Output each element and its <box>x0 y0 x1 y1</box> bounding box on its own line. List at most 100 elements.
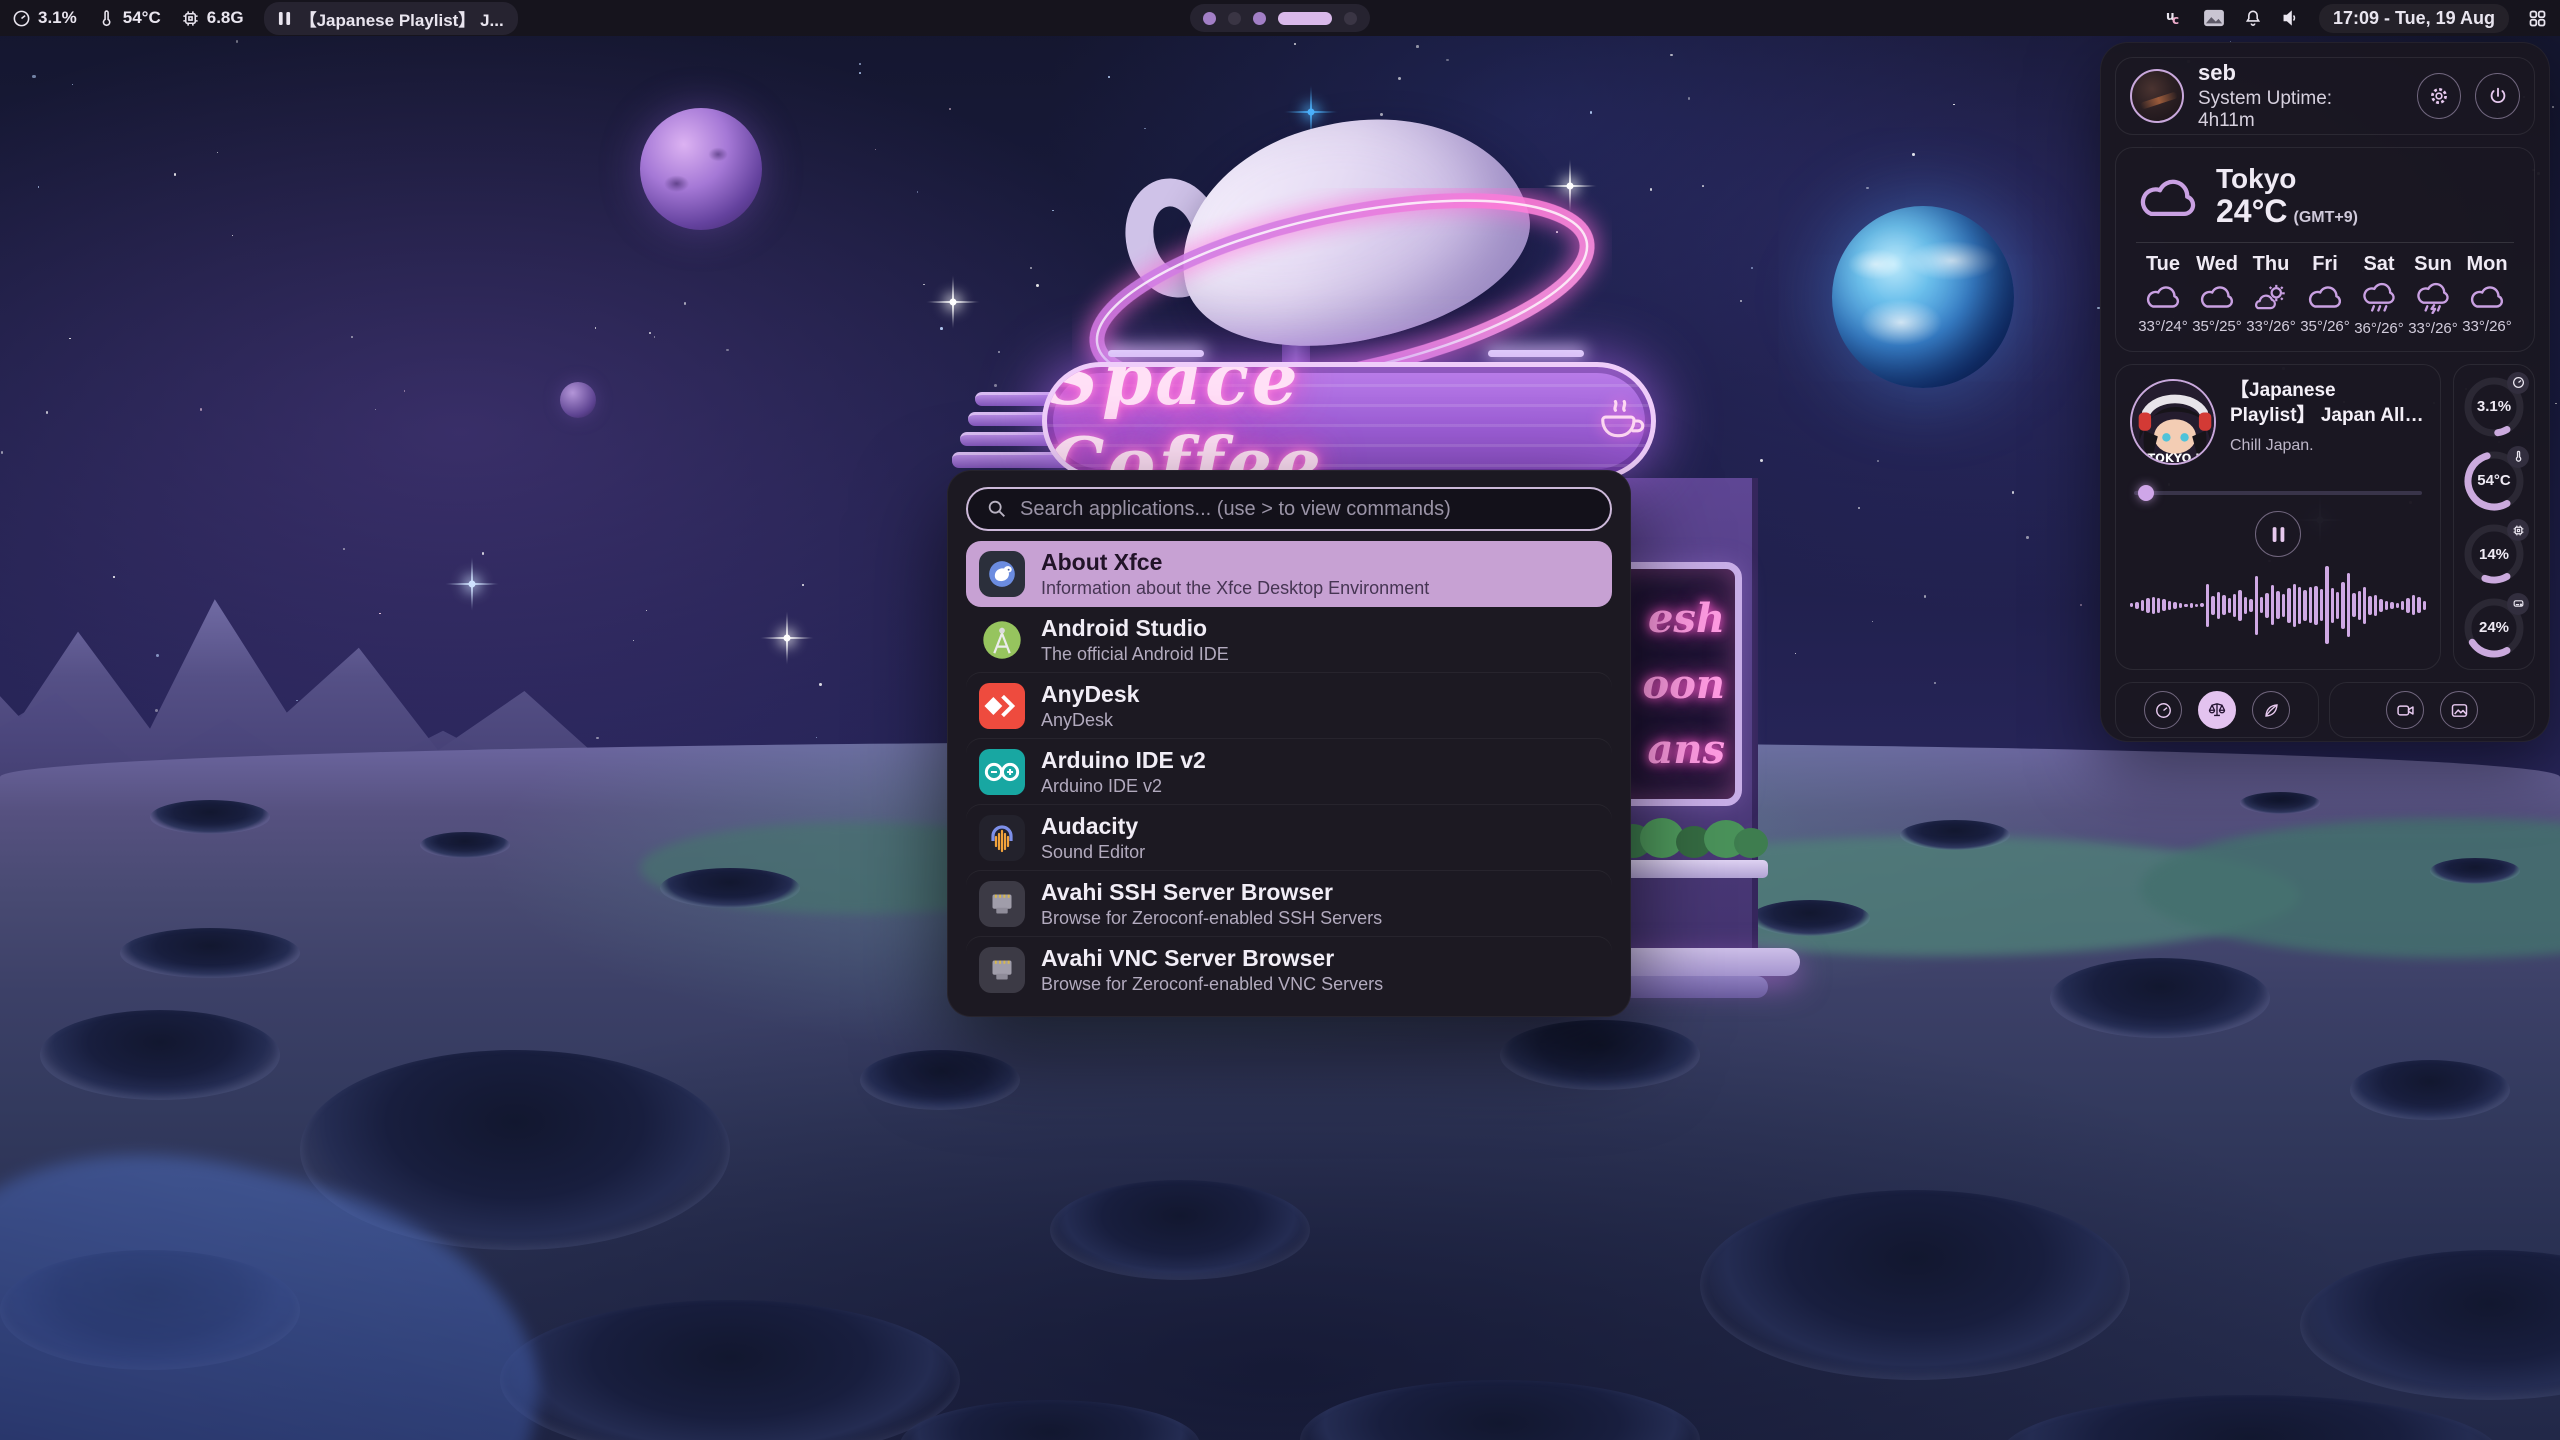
video-camera-icon <box>2395 700 2416 721</box>
play-pause-button[interactable] <box>2255 511 2301 557</box>
app-description: Browse for Zeroconf-enabled VNC Servers <box>1041 974 1383 995</box>
earth-planet <box>1832 206 2014 388</box>
speedometer-icon <box>2154 701 2173 720</box>
capture-group <box>2329 682 2535 738</box>
forecast-day: Thu 33°/26° <box>2244 253 2298 337</box>
settings-button[interactable] <box>2417 73 2462 119</box>
tray-wallpaper-icon[interactable] <box>2203 9 2225 27</box>
avatar <box>2130 69 2184 123</box>
weather-temp: 24°C <box>2216 193 2288 229</box>
cpu-usage-value: 3.1% <box>38 8 77 28</box>
workspace-dot-active[interactable] <box>1278 12 1332 25</box>
forecast-day: Tue 33°/24° <box>2136 253 2190 337</box>
app-name: Arduino IDE v2 <box>1041 747 1206 775</box>
notifications-bell-icon[interactable] <box>2243 8 2263 28</box>
xfce-app-icon <box>979 551 1025 597</box>
app-list-item[interactable]: Android Studio The official Android IDE <box>966 607 1612 673</box>
forecast-temps: 33°/26° <box>2462 318 2512 335</box>
forecast-temps: 33°/26° <box>2246 318 2296 335</box>
album-art-image: TOKYO L <box>2132 381 2216 465</box>
forecast-temps: 35°/25° <box>2192 318 2242 335</box>
workspace-dot-occupied[interactable] <box>1253 12 1266 25</box>
app-list-item[interactable]: Avahi VNC Server Browser Browse for Zero… <box>966 937 1612 1003</box>
track-artist: Chill Japan. <box>2230 437 2426 455</box>
speedometer-icon <box>12 9 31 28</box>
forecast-day-label: Fri <box>2312 253 2338 276</box>
application-launcher: About Xfce Information about the Xfce De… <box>947 470 1631 1017</box>
audio-visualizer <box>2130 563 2426 647</box>
thermometer-icon <box>97 9 116 28</box>
app-list-item[interactable]: Arduino IDE v2 Arduino IDE v2 <box>966 739 1612 805</box>
seek-bar[interactable] <box>2134 491 2422 495</box>
system-gauge: 3.1% <box>2462 375 2526 439</box>
app-description: Arduino IDE v2 <box>1041 776 1206 797</box>
forecast-temps: 36°/26° <box>2354 320 2404 337</box>
system-uptime: System Uptime: 4h11m <box>2198 88 2389 132</box>
app-grid-icon[interactable] <box>2527 8 2548 29</box>
system-stats-widget: 3.1% 54°C 14% 24% <box>2453 364 2535 670</box>
clock[interactable]: 17:09 - Tue, 19 Aug <box>2319 4 2509 33</box>
forecast-day: Sun 33°/26° <box>2406 253 2460 337</box>
speed-icon <box>2507 372 2529 394</box>
app-list-item[interactable]: Avahi SSH Server Browser Browse for Zero… <box>966 871 1612 937</box>
app-list-item[interactable]: AnyDesk AnyDesk <box>966 673 1612 739</box>
search-input[interactable] <box>1020 498 1592 521</box>
volume-icon[interactable] <box>2281 8 2301 28</box>
username: seb <box>2198 60 2389 86</box>
forecast-day-label: Tue <box>2146 253 2180 276</box>
app-name: Avahi SSH Server Browser <box>1041 879 1382 907</box>
seek-knob[interactable] <box>2138 485 2154 501</box>
app-description: Sound Editor <box>1041 842 1145 863</box>
forecast-temps: 35°/26° <box>2300 318 2350 335</box>
weather-widget: Tokyo 24°C(GMT+9) Tue 33°/24°Wed 35°/25°… <box>2115 147 2535 352</box>
workspace-dot-empty[interactable] <box>1344 12 1357 25</box>
space-coffee-sign: Space Coffee <box>1042 362 1656 480</box>
purple-planet <box>640 108 762 230</box>
forecast-day: Mon 33°/26° <box>2460 253 2514 337</box>
scales-icon <box>2207 700 2227 720</box>
top-panel: 3.1% 54°C 6.8G 【Japanese Playlist】 J... … <box>0 0 2560 36</box>
app-list-item[interactable]: Audacity Sound Editor <box>966 805 1612 871</box>
power-button[interactable] <box>2475 73 2520 119</box>
media-player-widget: TOKYO L 【Japanese Playlist】 Japan All Ni… <box>2115 364 2441 670</box>
screen-record-button[interactable] <box>2386 691 2424 729</box>
screenshot-button[interactable] <box>2440 691 2478 729</box>
album-art: TOKYO L <box>2130 379 2216 465</box>
sign-text: Space Coffee <box>1047 362 1574 480</box>
app-name: Avahi VNC Server Browser <box>1041 945 1383 973</box>
pause-icon <box>2271 526 2286 543</box>
now-playing-pill[interactable]: 【Japanese Playlist】 J... <box>264 2 518 35</box>
forecast-temps: 33°/26° <box>2408 320 2458 337</box>
performance-profile-button[interactable] <box>2144 691 2182 729</box>
shop-planter <box>1608 860 1768 878</box>
memory-indicator: 6.8G <box>181 8 244 28</box>
app-name: About Xfce <box>1041 549 1429 577</box>
pause-icon <box>278 11 291 26</box>
workspace-dot-empty[interactable] <box>1228 12 1241 25</box>
thermo-icon <box>2507 446 2529 468</box>
shop-plants <box>1614 818 1764 864</box>
balanced-profile-button[interactable] <box>2198 691 2236 729</box>
window-neon-text: ans <box>1647 726 1725 773</box>
arduino-app-icon <box>979 749 1025 795</box>
system-gauge: 24% <box>2462 596 2526 660</box>
forecast-day-label: Mon <box>2466 253 2507 276</box>
window-neon-text: esh <box>1648 595 1725 642</box>
tray-icon-1[interactable]: u c <box>2163 7 2185 29</box>
app-description: Information about the Xfce Desktop Envir… <box>1041 578 1429 599</box>
powersave-profile-button[interactable] <box>2252 691 2290 729</box>
app-description: The official Android IDE <box>1041 644 1229 665</box>
search-bar[interactable] <box>966 487 1612 531</box>
forecast-day-label: Sat <box>2363 253 2394 276</box>
widget-panel: seb System Uptime: 4h11m Tokyo 24°C(GMT+… <box>2100 42 2550 742</box>
app-name: Android Studio <box>1041 615 1229 643</box>
app-list-item[interactable]: About Xfce Information about the Xfce De… <box>966 541 1612 607</box>
weather-forecast: Tue 33°/24°Wed 35°/25°Thu 33°/26°Fri 35°… <box>2136 253 2514 337</box>
giant-coffee-cup <box>1100 110 1580 360</box>
workspace-switcher[interactable] <box>1190 4 1370 32</box>
app-name: AnyDesk <box>1041 681 1139 709</box>
network-app-icon <box>979 947 1025 993</box>
android-studio-app-icon <box>979 617 1025 663</box>
workspace-dot-occupied[interactable] <box>1203 12 1216 25</box>
memory-value: 6.8G <box>207 8 244 28</box>
